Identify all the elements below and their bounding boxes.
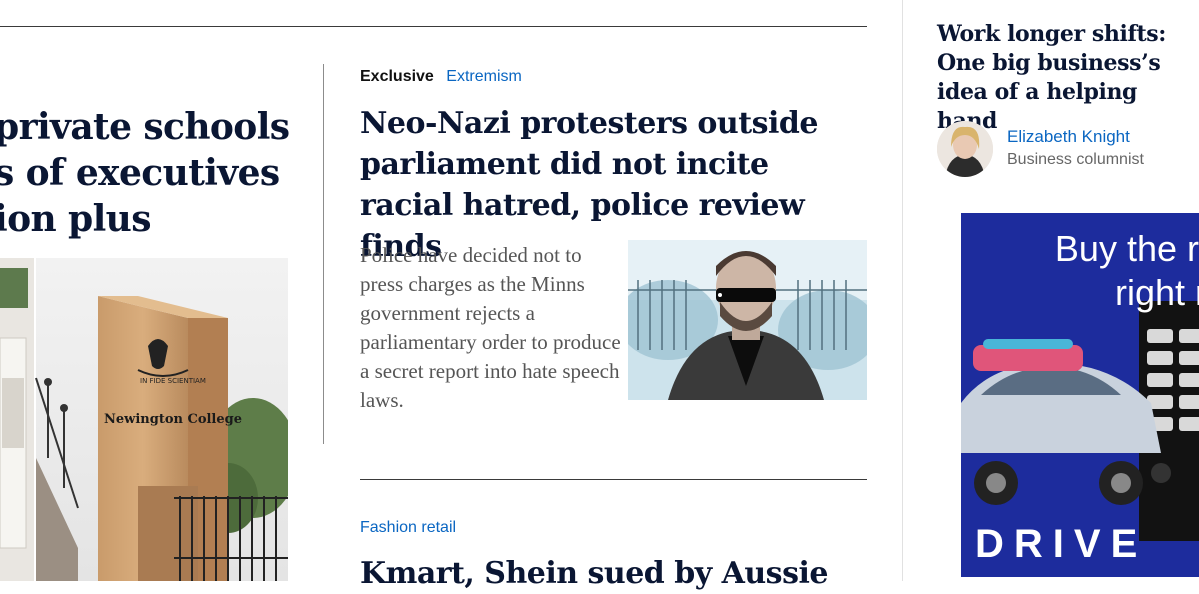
main-story-image[interactable] [628, 240, 867, 400]
exclusive-label: Exclusive [360, 68, 434, 85]
main-story-kicker: Exclusive Extremism [360, 67, 522, 87]
svg-text:IN FIDE SCIENTIAM: IN FIDE SCIENTIAM [140, 377, 206, 385]
main-story-summary[interactable]: Police have decided not to press charges… [360, 241, 625, 415]
school-sign-photo: IN FIDE SCIENTIAM Newington College [0, 258, 288, 581]
topic-link-extremism[interactable]: Extremism [446, 68, 522, 85]
author-avatar[interactable] [937, 121, 993, 177]
author-role: Business columnist [1007, 151, 1144, 168]
svg-text:Newington College: Newington College [104, 412, 242, 427]
column-divider [323, 64, 324, 444]
topic-link-fashion-retail[interactable]: Fashion retail [360, 519, 456, 537]
author-name-link[interactable]: Elizabeth Knight [1007, 127, 1130, 147]
story-divider [360, 479, 867, 480]
right-story-headline[interactable]: Work longer shifts: One big business’s i… [937, 20, 1199, 136]
ad-brand-logo: DRIVE [975, 522, 1148, 566]
left-story-image[interactable]: IN FIDE SCIENTIAM Newington College [0, 258, 288, 581]
top-divider [0, 26, 867, 27]
advertisement[interactable]: Buy the ri right r DRIVE [961, 213, 1199, 577]
left-story-headline[interactable]: private schools s of executives ion plus [0, 104, 314, 242]
author-portrait [937, 121, 993, 177]
protester-illustration [628, 240, 867, 400]
right-column-divider [902, 0, 903, 581]
ad-headline: Buy the ri right r [1054, 228, 1199, 313]
second-story-headline[interactable]: Kmart, Shein sued by Aussie [360, 553, 880, 594]
